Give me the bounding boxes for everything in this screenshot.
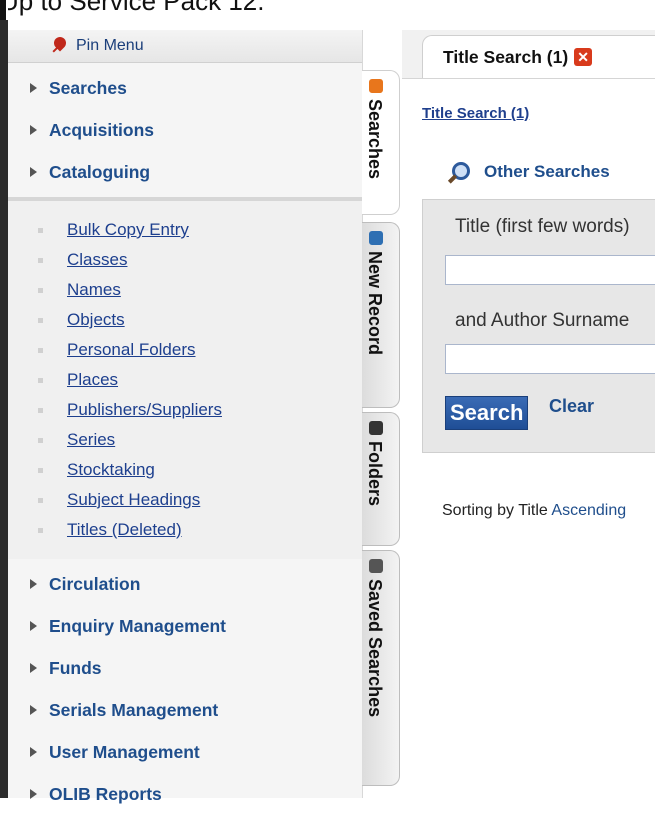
list-item[interactable]: Publishers/Suppliers: [38, 395, 362, 425]
expand-arrow-icon: [30, 167, 37, 177]
expand-arrow-icon: [30, 747, 37, 757]
sort-direction-link[interactable]: Ascending: [551, 502, 626, 519]
submenu-link[interactable]: Objects: [67, 310, 125, 330]
other-searches-link[interactable]: Other Searches: [446, 160, 610, 184]
bullet-icon: [38, 317, 43, 323]
vtab-folders[interactable]: Folders: [362, 412, 400, 546]
list-item[interactable]: Bulk Copy Entry: [38, 215, 362, 245]
pin-menu-button[interactable]: Pin Menu: [8, 30, 362, 63]
expand-arrow-icon: [30, 621, 37, 631]
bullet-icon: [38, 377, 43, 383]
tab-label: Title Search (1): [443, 46, 569, 67]
list-item[interactable]: Classes: [38, 245, 362, 275]
list-item[interactable]: Places: [38, 365, 362, 395]
main-content: Title Search (1) ✕ Title Search (1) Othe…: [402, 30, 655, 798]
submenu-link[interactable]: Stocktaking: [67, 460, 155, 480]
list-item[interactable]: Personal Folders: [38, 335, 362, 365]
sidebar-section-olib-reports[interactable]: OLIB Reports: [8, 773, 362, 815]
breadcrumb[interactable]: Title Search (1): [422, 105, 529, 122]
search-form: Title (first few words) and Author Surna…: [422, 199, 655, 453]
pin-icon: [50, 37, 68, 55]
submenu-link[interactable]: Series: [67, 430, 115, 450]
submenu-link[interactable]: Names: [67, 280, 121, 300]
submenu-link[interactable]: Classes: [67, 250, 127, 270]
bullet-icon: [38, 257, 43, 263]
text-cursor: [0, 0, 6, 20]
bullet-icon: [38, 227, 43, 233]
author-field-label: and Author Surname: [455, 310, 630, 331]
vtab-new-record[interactable]: New Record: [362, 222, 400, 408]
sidebar-section-funds[interactable]: Funds: [8, 647, 362, 689]
sorting-label: Sorting by Title: [442, 502, 548, 519]
bullet-icon: [38, 407, 43, 413]
saved-searches-tab-icon: [369, 559, 383, 573]
sidebar-section-circulation[interactable]: Circulation: [8, 563, 362, 605]
vtab-saved-searches[interactable]: Saved Searches: [362, 550, 400, 786]
vtab-searches[interactable]: Searches: [362, 70, 400, 215]
expand-arrow-icon: [30, 705, 37, 715]
list-item[interactable]: Objects: [38, 305, 362, 335]
expand-arrow-icon: [30, 663, 37, 673]
close-icon[interactable]: ✕: [574, 48, 593, 66]
bullet-icon: [38, 527, 43, 533]
searches-tab-icon: [369, 79, 383, 93]
pin-menu-label: Pin Menu: [76, 37, 144, 54]
list-item[interactable]: Series: [38, 425, 362, 455]
clear-link[interactable]: Clear: [549, 396, 594, 417]
search-button[interactable]: Search: [445, 396, 529, 430]
submenu-link[interactable]: Subject Headings: [67, 490, 200, 510]
list-item[interactable]: Names: [38, 275, 362, 305]
cataloguing-submenu: Bulk Copy Entry Classes Names Objects Pe…: [8, 197, 362, 559]
sidebar-section-searches[interactable]: Searches: [8, 67, 362, 109]
expand-arrow-icon: [30, 125, 37, 135]
expand-arrow-icon: [30, 579, 37, 589]
submenu-link[interactable]: Places: [67, 370, 118, 390]
submenu-link[interactable]: Personal Folders: [67, 340, 196, 360]
sidebar: Pin Menu Searches Acquisitions Catalogui…: [8, 30, 363, 804]
window-left-border: [0, 20, 8, 798]
sidebar-section-serials-management[interactable]: Serials Management: [8, 689, 362, 731]
title-field-label: Title (first few words): [455, 216, 630, 237]
list-item[interactable]: Subject Headings: [38, 485, 362, 515]
sidebar-section-cataloguing[interactable]: Cataloguing: [8, 151, 362, 193]
bullet-icon: [38, 467, 43, 473]
vertical-tabs: Searches New Record Folders Saved Search…: [362, 70, 402, 798]
submenu-link[interactable]: Titles (Deleted): [67, 520, 182, 540]
tab-title-search[interactable]: Title Search (1) ✕: [422, 35, 655, 78]
bullet-icon: [38, 347, 43, 353]
page-caption: Up to Service Pack 12.: [0, 0, 265, 16]
submenu-link[interactable]: Bulk Copy Entry: [67, 220, 189, 240]
list-item[interactable]: Titles (Deleted): [38, 515, 362, 545]
sidebar-section-acquisitions[interactable]: Acquisitions: [8, 109, 362, 151]
magnifier-icon: [446, 160, 470, 184]
tab-bar: Title Search (1) ✕: [402, 30, 655, 79]
list-item[interactable]: Stocktaking: [38, 455, 362, 485]
bullet-icon: [38, 437, 43, 443]
sidebar-section-user-management[interactable]: User Management: [8, 731, 362, 773]
author-input[interactable]: [445, 344, 655, 374]
sidebar-section-enquiry-management[interactable]: Enquiry Management: [8, 605, 362, 647]
folders-tab-icon: [369, 421, 383, 435]
sorting-status: Sorting by Title Ascending: [442, 502, 626, 520]
new-record-tab-icon: [369, 231, 383, 245]
submenu-link[interactable]: Publishers/Suppliers: [67, 400, 222, 420]
bullet-icon: [38, 497, 43, 503]
bullet-icon: [38, 287, 43, 293]
expand-arrow-icon: [30, 83, 37, 93]
title-input[interactable]: [445, 255, 655, 285]
